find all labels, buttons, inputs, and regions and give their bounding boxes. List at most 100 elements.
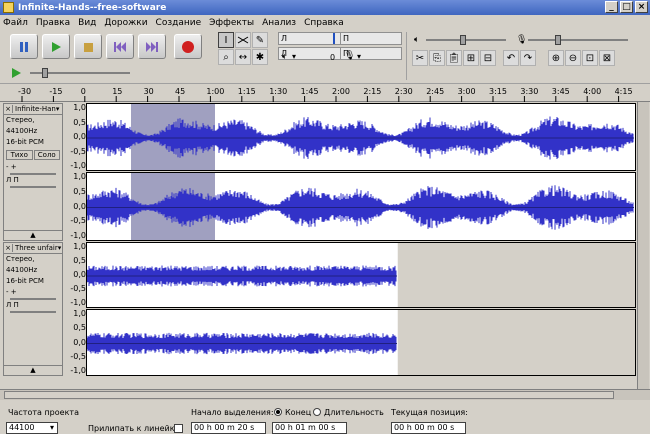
volume-icon: 🔈︎	[414, 35, 420, 45]
amplitude-label: 0,0	[73, 201, 86, 211]
toolbar-separator	[406, 32, 407, 80]
ruler-tick-label: -30	[18, 87, 31, 96]
menu-file[interactable]: Файл	[3, 18, 28, 28]
play-at-speed-button[interactable]	[10, 67, 22, 82]
pause-button[interactable]	[10, 34, 38, 59]
menu-view[interactable]: Вид	[78, 18, 96, 28]
project-rate-select[interactable]: 44100 ▾	[6, 422, 58, 434]
mute-button[interactable]: Тихо	[6, 150, 33, 160]
ruler-tick-label: 45	[175, 87, 185, 96]
output-volume-thumb[interactable]	[460, 35, 466, 45]
paste-icon[interactable]: 📋︎	[446, 50, 462, 66]
amplitude-label: 0,5	[73, 256, 86, 265]
track-header-1[interactable]: × Infinite-Han ▾	[4, 104, 62, 115]
skip-start-button[interactable]	[106, 34, 134, 59]
trim-icon[interactable]: ⊞	[463, 50, 479, 66]
multi-tool-icon[interactable]: ✱	[252, 49, 268, 65]
output-dropdown-icon[interactable]: ▾	[292, 52, 296, 61]
draw-tool-icon[interactable]: ✎	[252, 32, 268, 48]
redo-icon[interactable]: ↷	[520, 50, 536, 66]
play-at-speed-icon	[12, 68, 21, 78]
selection-start-field[interactable]: 00 h 00 m 20 s	[191, 422, 266, 434]
fit-selection-icon[interactable]: ⊡	[582, 50, 598, 66]
play-button[interactable]	[42, 34, 70, 59]
zoom-out-icon[interactable]: ⊖	[565, 50, 581, 66]
snap-to-label: Прилипать к линейке	[88, 424, 180, 433]
minimize-button[interactable]: _	[605, 1, 618, 13]
gain-label-1: - +	[6, 163, 17, 171]
waveform-track-2-right[interactable]	[86, 309, 636, 376]
track-menu-icon[interactable]: ▾	[56, 105, 60, 113]
amplitude-label: 1,0	[73, 242, 86, 251]
track-name-2[interactable]: Three unfair	[13, 244, 58, 252]
track-close-icon[interactable]: ×	[4, 105, 13, 113]
timeshift-tool-icon[interactable]: ↔	[235, 49, 251, 65]
waveform-track-1-right[interactable]	[86, 172, 636, 241]
ruler-tick-label: 15	[112, 87, 122, 96]
collapse-track-1-button[interactable]: ▲	[4, 230, 62, 239]
timeline-ruler[interactable]: -30 -15 0 15 30 45 1:00 1:15 1:30 1:45 2:00 2:15 2:3…	[0, 84, 650, 102]
amplitude-label: 1,0	[73, 309, 86, 318]
skip-end-button[interactable]	[138, 34, 166, 59]
close-button[interactable]: ×	[635, 1, 648, 13]
menu-analyze[interactable]: Анализ	[262, 18, 296, 28]
output-volume-slider[interactable]	[426, 39, 506, 41]
track-header-2[interactable]: × Three unfair ▾	[4, 243, 62, 254]
collapse-track-2-button[interactable]: ▲	[4, 365, 62, 374]
track-name-1[interactable]: Infinite-Han	[13, 105, 56, 113]
zoom-in-icon[interactable]: ⊕	[548, 50, 564, 66]
amplitude-label: 0,0	[73, 337, 86, 347]
selection-tool-icon[interactable]: I	[218, 32, 234, 48]
input-dropdown-icon[interactable]: ▾	[357, 52, 361, 61]
amplitude-label: -1,0	[70, 298, 86, 307]
project-rate-label: Частота проекта	[8, 408, 79, 417]
solo-button[interactable]: Соло	[33, 150, 60, 160]
stop-button[interactable]	[74, 34, 102, 59]
input-meter[interactable]: П	[340, 32, 402, 45]
horizontal-scrollbar-thumb[interactable]	[4, 391, 614, 399]
chevron-down-icon: ▾	[49, 423, 54, 432]
menu-help[interactable]: Справка	[304, 18, 344, 28]
track-bits-2: 16-bit PCM	[6, 277, 44, 285]
skip-start-icon	[114, 41, 126, 52]
copy-icon[interactable]: ⎘	[429, 50, 445, 66]
input-volume-slider[interactable]	[528, 39, 628, 41]
record-button[interactable]	[174, 34, 202, 59]
audio-position-field[interactable]: 00 h 00 m 00 s	[391, 422, 466, 434]
zoom-tool-icon[interactable]: ⌕	[218, 49, 234, 65]
vertical-scrollbar[interactable]	[637, 102, 649, 389]
horizontal-scrollbar[interactable]	[0, 389, 650, 400]
amplitude-label: 1,0	[73, 172, 86, 181]
input-volume-thumb[interactable]	[555, 35, 561, 45]
menu-generate[interactable]: Создание	[156, 18, 202, 28]
waveform-track-1-left[interactable]	[86, 103, 636, 171]
selection-end-field[interactable]: 00 h 01 m 00 s	[272, 422, 347, 434]
stop-icon	[84, 42, 93, 52]
fit-project-icon[interactable]: ⊠	[599, 50, 615, 66]
record-icon	[182, 40, 194, 53]
pan-slider-1[interactable]	[10, 186, 56, 188]
amplitude-label: 0,5	[73, 117, 86, 127]
end-radio[interactable]	[274, 407, 282, 416]
silence-icon[interactable]: ⊟	[480, 50, 496, 66]
track-close-icon-2[interactable]: ×	[4, 244, 13, 252]
snap-to-checkbox[interactable]	[174, 424, 183, 433]
waveform-track-2-left[interactable]	[86, 242, 636, 308]
ruler-tick-label: 2:15	[363, 87, 381, 96]
zero-label: 0	[330, 53, 336, 62]
undo-icon[interactable]: ↶	[503, 50, 519, 66]
maximize-button[interactable]: □	[620, 1, 633, 13]
meter-right-label: П	[343, 34, 350, 43]
ruler-tick-label: 4:00	[583, 87, 601, 96]
ruler-tick-label: 30	[144, 87, 154, 96]
length-radio[interactable]	[313, 407, 321, 416]
track-menu-icon-2[interactable]: ▾	[58, 244, 62, 252]
pan-slider-2[interactable]	[10, 311, 56, 313]
menu-edit[interactable]: Правка	[36, 18, 70, 28]
cut-icon[interactable]: ✂	[412, 50, 428, 66]
menu-tracks[interactable]: Дорожки	[104, 18, 147, 28]
menu-effects[interactable]: Эффекты	[209, 18, 254, 28]
envelope-tool-icon[interactable]	[235, 32, 251, 48]
amplitude-label: 0,5	[73, 323, 86, 333]
speed-slider-thumb[interactable]	[42, 68, 48, 78]
